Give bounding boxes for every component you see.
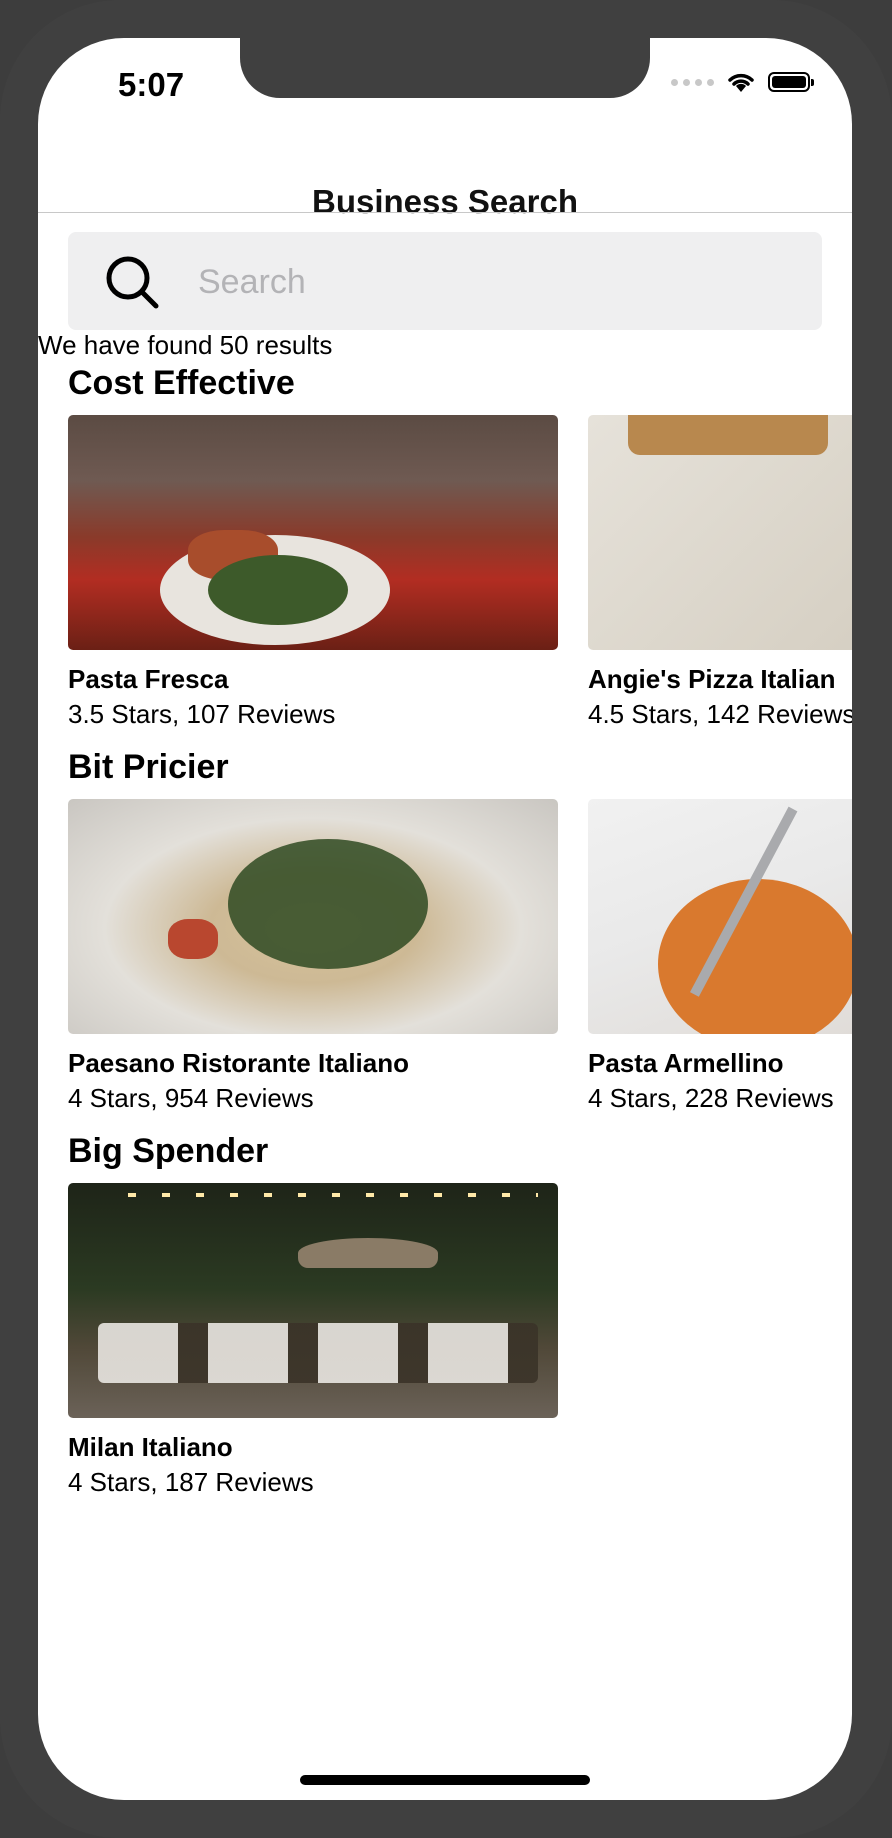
cellular-signal-icon bbox=[671, 78, 714, 86]
business-name: Angie's Pizza Italian bbox=[588, 664, 836, 694]
business-card-pasta-fresca[interactable]: Pasta Fresca 3.5 Stars, 107 Reviews bbox=[68, 415, 558, 730]
business-name: Paesano Ristorante Italiano bbox=[68, 1048, 409, 1078]
business-rating: 3.5 Stars, 107 Reviews bbox=[68, 699, 336, 729]
status-time: 5:07 bbox=[118, 66, 185, 103]
page-title: Business Search bbox=[312, 183, 578, 220]
section-title-big-spender: Big Spender bbox=[68, 1132, 269, 1170]
business-photo bbox=[588, 799, 852, 1034]
business-rating: 4 Stars, 187 Reviews bbox=[68, 1467, 314, 1497]
nav-divider bbox=[38, 212, 852, 213]
business-rating: 4.5 Stars, 142 Reviews bbox=[588, 699, 852, 729]
business-name: Milan Italiano bbox=[68, 1432, 233, 1462]
business-card-pasta-armellino[interactable]: Pasta Armellino 4 Stars, 228 Reviews bbox=[588, 799, 852, 1114]
battery-icon bbox=[768, 72, 814, 92]
section-title-bit-pricier: Bit Pricier bbox=[68, 748, 229, 786]
device-frame: 5:07 Business Search We have found 50 bbox=[0, 0, 892, 1838]
results-count: We have found 50 results bbox=[38, 330, 333, 360]
business-card-milan-italiano[interactable]: Milan Italiano 4 Stars, 187 Reviews bbox=[68, 1183, 558, 1498]
section-title-cost-effective: Cost Effective bbox=[68, 364, 295, 402]
business-photo bbox=[68, 415, 558, 650]
business-name: Pasta Armellino bbox=[588, 1048, 784, 1078]
business-name: Pasta Fresca bbox=[68, 664, 229, 694]
business-photo bbox=[68, 1183, 558, 1418]
business-photo bbox=[588, 415, 852, 650]
business-rating: 4 Stars, 954 Reviews bbox=[68, 1083, 314, 1113]
business-card-angies-pizza[interactable]: Angie's Pizza Italian 4.5 Stars, 142 Rev… bbox=[588, 415, 852, 730]
search-bar[interactable] bbox=[68, 232, 822, 330]
wifi-icon bbox=[728, 73, 754, 92]
home-indicator[interactable] bbox=[300, 1775, 590, 1785]
business-card-paesano[interactable]: Paesano Ristorante Italiano 4 Stars, 954… bbox=[68, 799, 558, 1114]
device-notch bbox=[240, 38, 650, 98]
app-screen: 5:07 Business Search We have found 50 bbox=[38, 38, 852, 1800]
business-photo bbox=[68, 799, 558, 1034]
business-rating: 4 Stars, 228 Reviews bbox=[588, 1083, 834, 1113]
status-icons bbox=[671, 70, 814, 94]
search-icon bbox=[106, 256, 159, 309]
search-input[interactable] bbox=[196, 254, 800, 310]
